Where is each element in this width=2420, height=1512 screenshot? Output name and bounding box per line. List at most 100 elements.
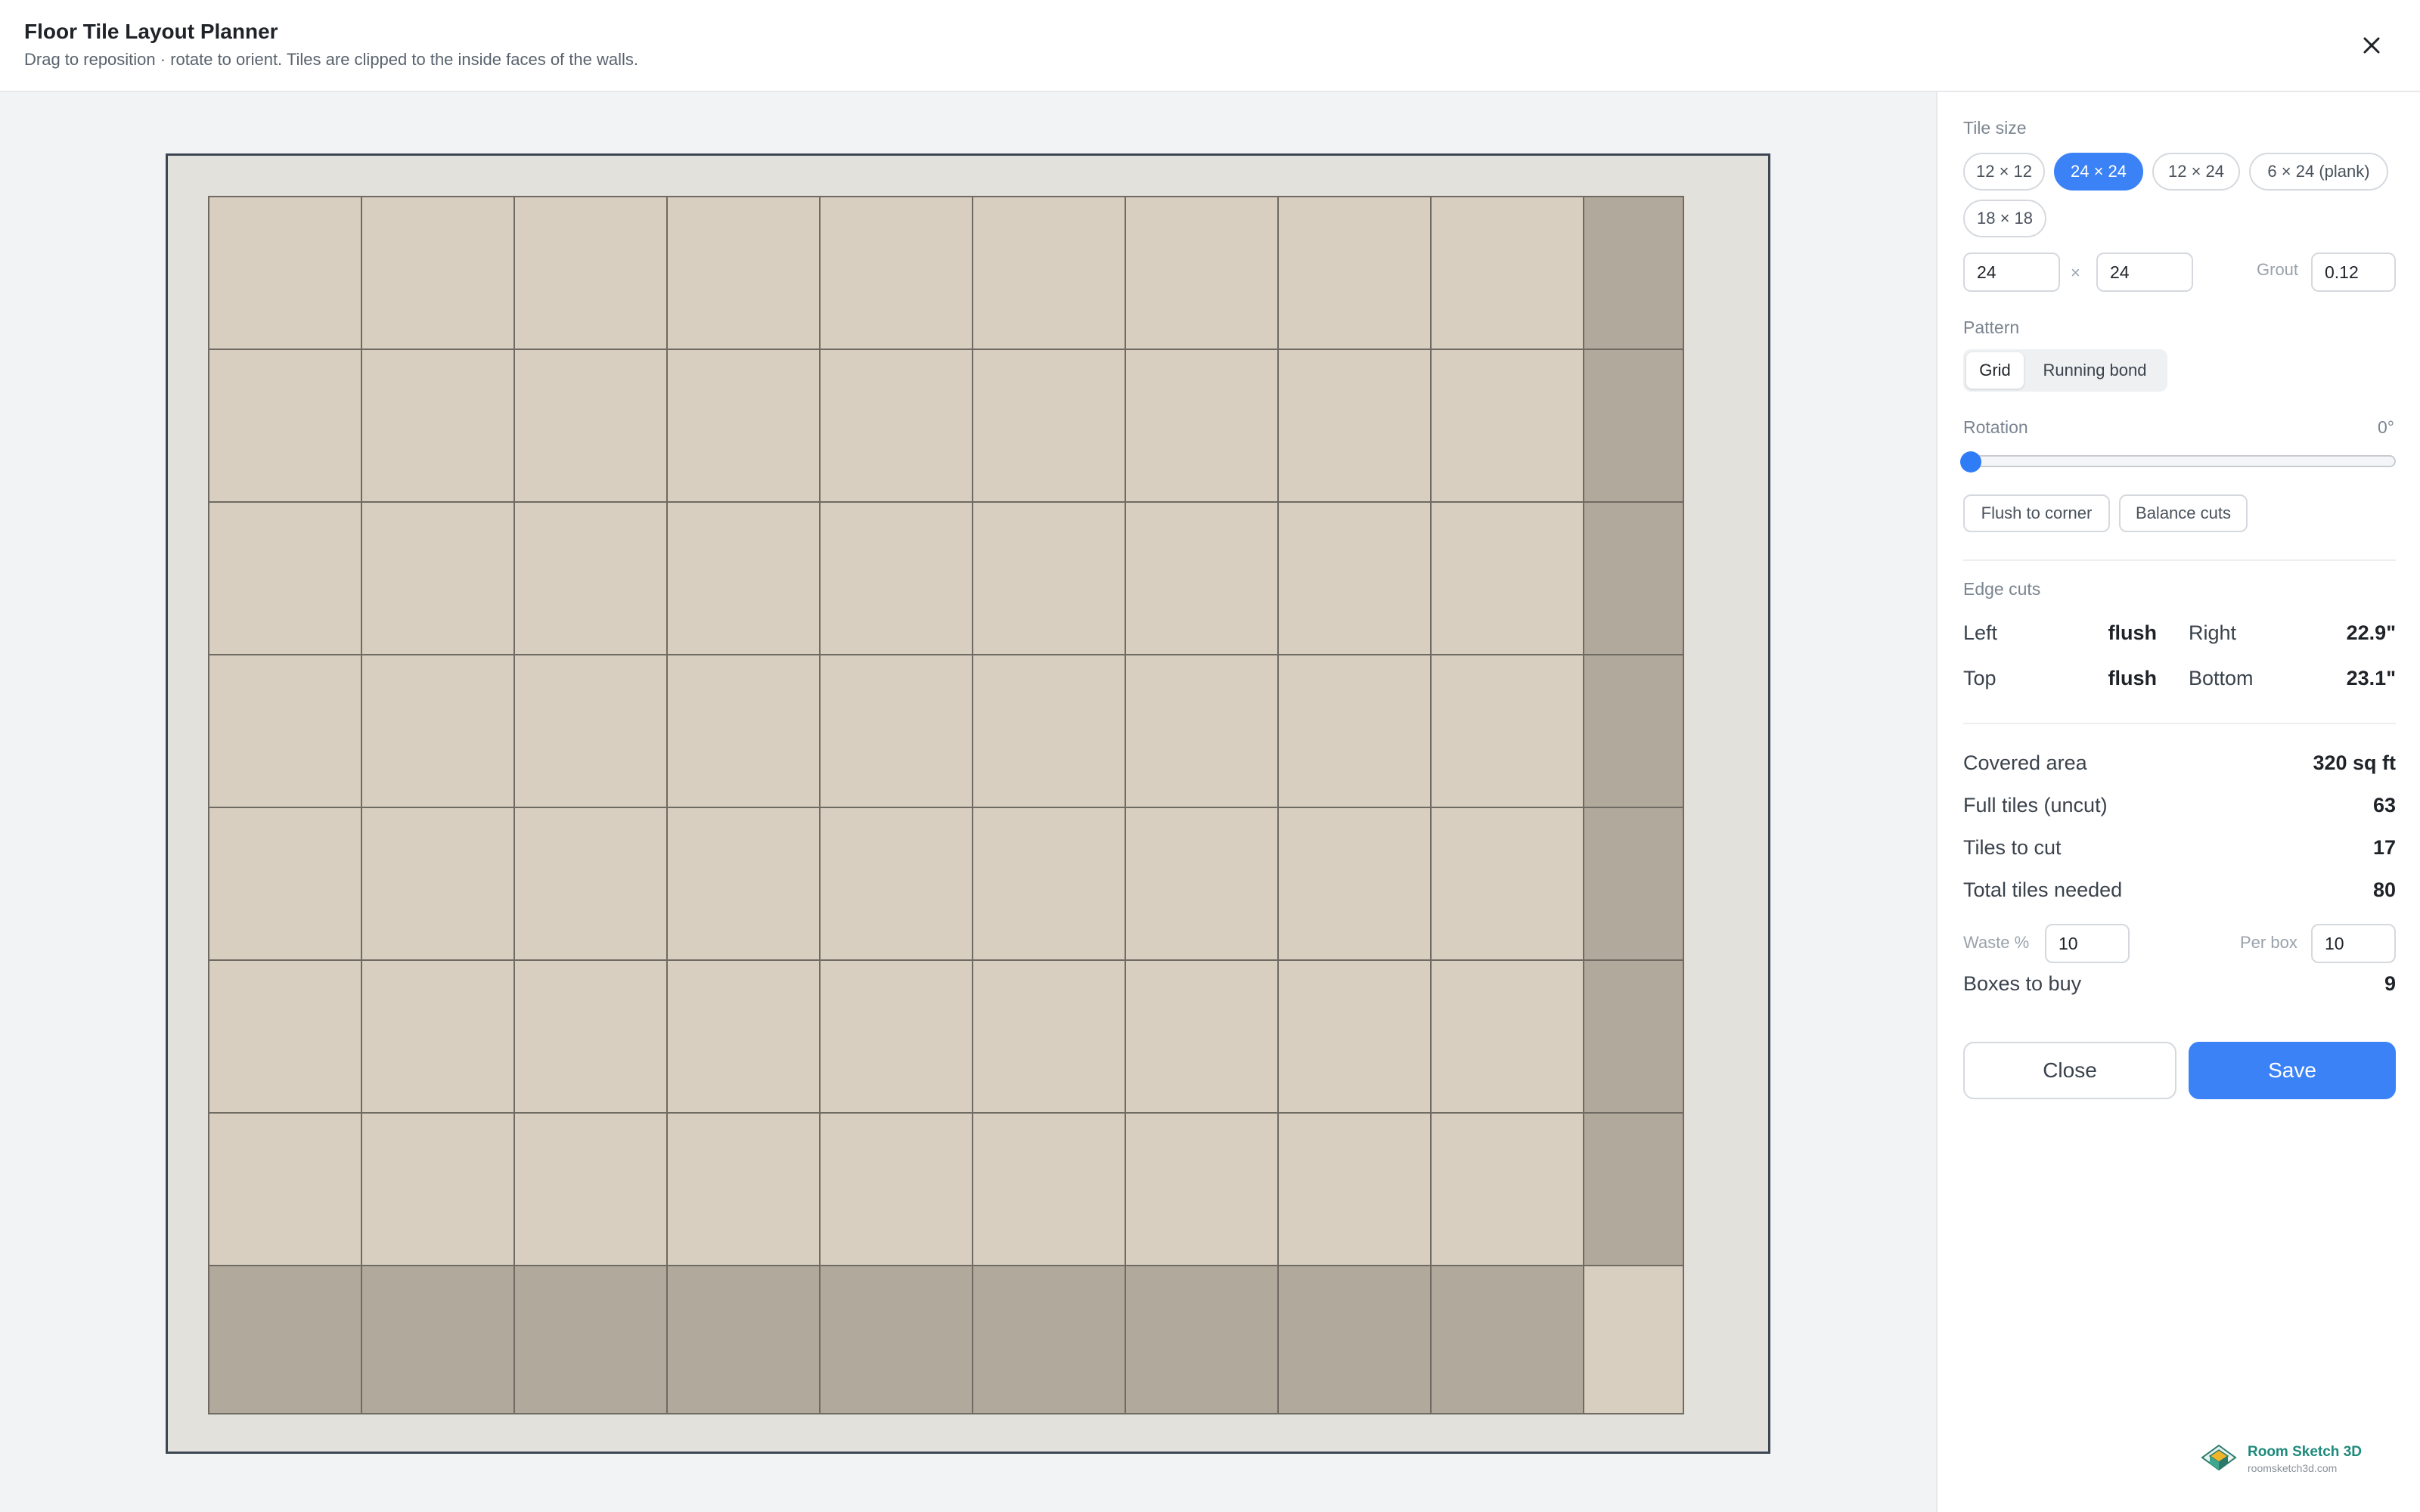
full-tile xyxy=(361,349,515,503)
cut-tile xyxy=(1125,1265,1279,1414)
edge-cuts-label: Edge cuts xyxy=(1963,579,2041,599)
full-tile xyxy=(1430,654,1584,808)
pattern-label: Pattern xyxy=(1963,318,2020,337)
full-tile xyxy=(1430,807,1584,961)
close-dialog-button[interactable] xyxy=(2353,27,2390,64)
edge-top-value: flush xyxy=(2108,667,2158,689)
layout-canvas[interactable] xyxy=(0,92,1936,1512)
tile-size-chip-24x24[interactable]: 24 × 24 xyxy=(2054,153,2143,191)
dialog-header: Floor Tile Layout Planner Drag to reposi… xyxy=(0,0,2420,92)
full-tile xyxy=(972,501,1126,655)
tile-size-chip-12x12[interactable]: 12 × 12 xyxy=(1963,153,2045,191)
per-box-label: Per box xyxy=(2240,933,2297,952)
rotation-slider-track[interactable] xyxy=(1963,455,2396,467)
cut-tile xyxy=(819,1265,973,1414)
full-tile xyxy=(972,196,1126,350)
full-tile xyxy=(208,349,362,503)
full-tile xyxy=(513,959,668,1114)
full-tile xyxy=(1277,807,1432,961)
full-tile xyxy=(972,349,1126,503)
full-tile xyxy=(819,807,973,961)
cut-tile xyxy=(1277,1265,1432,1414)
pattern-segmented-control: Grid Running bond xyxy=(1963,349,2167,392)
full-tile xyxy=(972,807,1126,961)
edge-bottom-label: Bottom xyxy=(2189,667,2254,689)
full-tile xyxy=(361,959,515,1114)
pattern-option-grid[interactable]: Grid xyxy=(1966,352,2024,389)
full-tile xyxy=(1125,196,1279,350)
edge-left-label: Left xyxy=(1963,621,1998,644)
full-tile xyxy=(666,349,821,503)
full-tile xyxy=(1277,1112,1432,1266)
rotation-slider-thumb[interactable] xyxy=(1960,451,1981,472)
tile-size-chip-12x24[interactable]: 12 × 24 xyxy=(2152,153,2240,191)
full-tile xyxy=(1277,654,1432,808)
room-walls xyxy=(166,153,1770,1454)
edge-top-label: Top xyxy=(1963,667,1996,689)
full-tile xyxy=(666,959,821,1114)
brand-url: roomsketch3d.com xyxy=(2248,1462,2338,1474)
full-tile xyxy=(1125,501,1279,655)
full-tile xyxy=(208,654,362,808)
full-tile xyxy=(666,654,821,808)
full-tile xyxy=(208,959,362,1114)
cut-tiles-value: 17 xyxy=(2372,836,2396,859)
tile-height-input[interactable]: 24 xyxy=(2096,253,2193,292)
tile-floor[interactable] xyxy=(207,195,1729,1417)
full-tile xyxy=(361,807,515,961)
full-tile xyxy=(361,501,515,655)
cut-tile xyxy=(1583,1265,1684,1414)
full-tile xyxy=(1277,196,1432,350)
cut-tile xyxy=(1583,501,1684,655)
cut-tiles-label: Tiles to cut xyxy=(1963,836,2062,859)
brand-name: Room Sketch 3D xyxy=(2248,1444,2362,1460)
balance-cuts-button[interactable]: Balance cuts xyxy=(2119,494,2248,532)
pattern-option-running-bond[interactable]: Running bond xyxy=(2027,352,2163,389)
full-tile xyxy=(1430,501,1584,655)
per-box-input[interactable]: 10 xyxy=(2311,924,2396,963)
full-tile xyxy=(1125,807,1279,961)
full-tile xyxy=(1125,1112,1279,1266)
flush-to-corner-button[interactable]: Flush to corner xyxy=(1963,494,2110,532)
brand-logo: Room Sketch 3D roomsketch3d.com xyxy=(2199,1442,2362,1476)
cut-tile xyxy=(1430,1265,1584,1414)
full-tiles-label: Full tiles (uncut) xyxy=(1963,794,2108,816)
tile-size-chip-6x24-plank[interactable]: 6 × 24 (plank) xyxy=(2249,153,2388,191)
tile-size-chip-18x18[interactable]: 18 × 18 xyxy=(1963,200,2046,237)
full-tile xyxy=(513,654,668,808)
edge-bottom-value: 23.1" xyxy=(2346,667,2396,689)
full-tile xyxy=(361,1112,515,1266)
full-tile xyxy=(819,349,973,503)
cut-tile xyxy=(1583,1112,1684,1266)
covered-area-label: Covered area xyxy=(1963,751,2087,774)
total-tiles-label: Total tiles needed xyxy=(1963,878,2123,901)
full-tile xyxy=(513,349,668,503)
close-button[interactable]: Close xyxy=(1963,1042,2176,1099)
full-tile xyxy=(513,501,668,655)
full-tile xyxy=(819,501,973,655)
save-button[interactable]: Save xyxy=(2189,1042,2396,1099)
full-tile xyxy=(972,654,1126,808)
full-tile xyxy=(1430,1112,1584,1266)
covered-area-value: 320 sq ft xyxy=(2313,751,2396,774)
full-tile xyxy=(513,196,668,350)
full-tile xyxy=(208,501,362,655)
edge-right-value: 22.9" xyxy=(2346,621,2396,644)
full-tile xyxy=(819,1112,973,1266)
divider xyxy=(1963,723,2396,724)
tile-width-input[interactable]: 24 xyxy=(1963,253,2060,292)
cut-tile xyxy=(1583,959,1684,1114)
full-tile xyxy=(1430,349,1584,503)
rotation-label: Rotation xyxy=(1963,417,2028,437)
full-tile xyxy=(819,654,973,808)
settings-panel: Tile size 12 × 12 24 × 24 12 × 24 6 × 24… xyxy=(1936,92,2420,1512)
cut-tile xyxy=(666,1265,821,1414)
close-icon xyxy=(2363,37,2380,54)
total-tiles-value: 80 xyxy=(2372,878,2396,901)
full-tile xyxy=(666,196,821,350)
full-tile xyxy=(361,654,515,808)
full-tile xyxy=(208,196,362,350)
grout-input[interactable]: 0.12 xyxy=(2311,253,2396,292)
full-tile xyxy=(1277,501,1432,655)
waste-input[interactable]: 10 xyxy=(2045,924,2130,963)
